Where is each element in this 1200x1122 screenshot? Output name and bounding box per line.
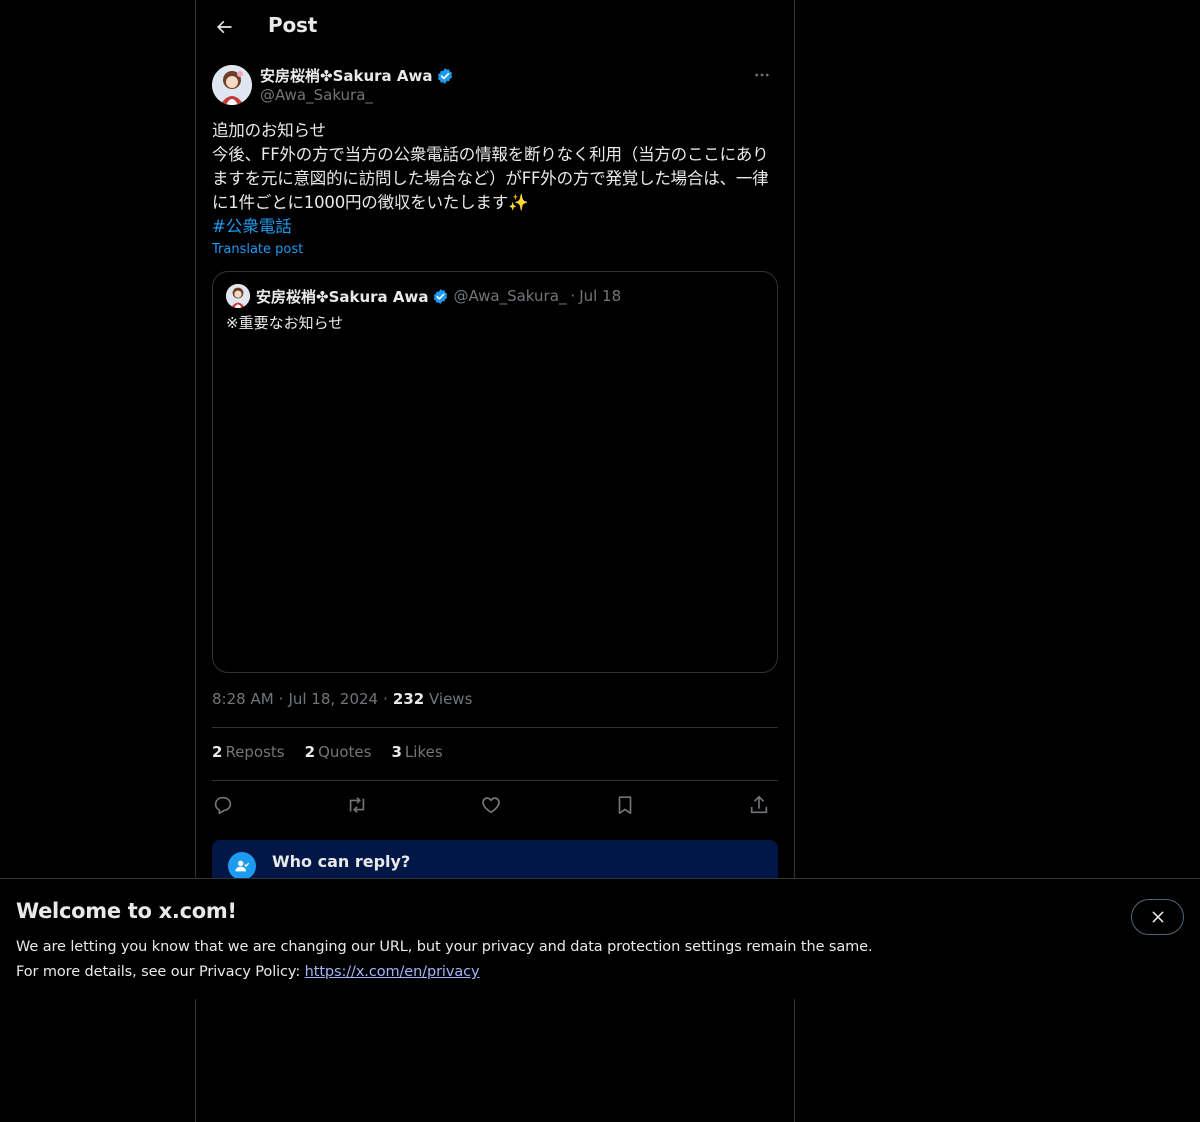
views-label: Views: [428, 690, 473, 708]
author-handle[interactable]: @Awa_Sakura_: [260, 86, 373, 104]
bookmark-icon: [618, 796, 632, 815]
reposts-count: 2: [212, 743, 223, 761]
translate-post-button[interactable]: Translate post: [212, 242, 303, 257]
divider: [212, 780, 778, 781]
banner-close-button[interactable]: [1131, 899, 1184, 935]
banner-text: We are letting you know that we are chan…: [16, 935, 873, 985]
separator-dot: ·: [570, 287, 576, 305]
like-button[interactable]: [478, 792, 504, 818]
privacy-policy-link[interactable]: https://x.com/en/privacy: [305, 964, 480, 980]
quotes-count: 2: [304, 743, 316, 761]
top-bar: Post: [196, 0, 794, 54]
back-button[interactable]: [208, 11, 240, 43]
share-icon: [750, 795, 768, 814]
like-icon: [482, 797, 500, 814]
url-change-banner: Welcome to x.com! We are letting you kno…: [0, 878, 1200, 999]
likes-stat[interactable]: 3 Likes: [391, 743, 442, 761]
quoted-author-name: 安房桜梢✤Sakura Awa: [256, 287, 429, 306]
post-metadata: 8:28 AM · Jul 18, 2024 · 232 Views: [212, 690, 472, 708]
quotes-label: Quotes: [318, 743, 372, 761]
repost-icon: [349, 797, 365, 813]
avatar-illustration: [226, 284, 250, 308]
engagement-stats: 2 Reposts 2 Quotes 3 Likes: [212, 743, 443, 761]
share-button[interactable]: [746, 792, 772, 818]
post-author: 安房桜梢✤Sakura Awa @Awa_Sakura_: [212, 64, 778, 106]
author-name-row: 安房桜梢✤Sakura Awa: [260, 65, 454, 86]
likes-label: Likes: [404, 743, 443, 761]
quoted-post[interactable]: 安房桜梢✤Sakura Awa @Awa_Sakura_ · Jul 18 ※重…: [212, 271, 778, 673]
hashtag-link[interactable]: #公衆電話: [212, 215, 292, 239]
views-count: 232: [392, 690, 425, 708]
post-date[interactable]: Jul 18, 2024: [288, 690, 378, 708]
quoted-author-avatar: [226, 284, 250, 308]
more-horizontal-icon: [755, 73, 769, 77]
post-text: 追加のお知らせ 今後、FF外の方で当方の公衆電話の情報を断りなく利用（当方のここ…: [212, 121, 769, 212]
repost-button[interactable]: [344, 792, 370, 818]
page-title: Post: [268, 13, 318, 37]
action-bar: [212, 792, 778, 818]
bookmark-button[interactable]: [612, 792, 638, 818]
more-options-button[interactable]: [746, 64, 778, 86]
verified-badge-icon: [438, 67, 453, 84]
close-icon: [1152, 911, 1163, 923]
banner-line-1: We are letting you know that we are chan…: [16, 939, 873, 955]
author-avatar[interactable]: [212, 65, 252, 105]
reposts-label: Reposts: [225, 743, 285, 761]
separator-dot: ·: [383, 690, 388, 708]
post-time[interactable]: 8:28 AM: [212, 690, 274, 708]
likes-count: 3: [391, 743, 402, 761]
who-can-reply-title: Who can reply?: [272, 852, 411, 871]
verified-badge-icon: [434, 288, 448, 304]
quoted-author-handle: @Awa_Sakura_: [453, 287, 567, 305]
reposts-stat[interactable]: 2 Reposts: [212, 743, 285, 761]
quoted-post-header: 安房桜梢✤Sakura Awa @Awa_Sakura_ · Jul 18: [226, 284, 621, 308]
banner-line-2-prefix: For more details, see our Privacy Policy…: [16, 964, 305, 980]
reply-button[interactable]: [210, 792, 236, 818]
quoted-post-text: ※重要なお知らせ: [226, 314, 344, 332]
divider: [212, 727, 778, 728]
author-name[interactable]: 安房桜梢✤Sakura Awa: [260, 65, 432, 86]
separator-dot: ·: [278, 690, 284, 708]
quoted-post-date: Jul 18: [579, 287, 622, 305]
quotes-stat[interactable]: 2 Quotes: [305, 743, 372, 761]
user-check-icon: [228, 852, 256, 880]
banner-title: Welcome to x.com!: [16, 899, 237, 923]
avatar-illustration: [212, 65, 252, 105]
banner-line-2: For more details, see our Privacy Policy…: [16, 960, 873, 985]
views-count-row[interactable]: 232 Views: [393, 690, 473, 708]
arrow-left-icon: [217, 20, 232, 34]
reply-icon: [214, 796, 232, 815]
